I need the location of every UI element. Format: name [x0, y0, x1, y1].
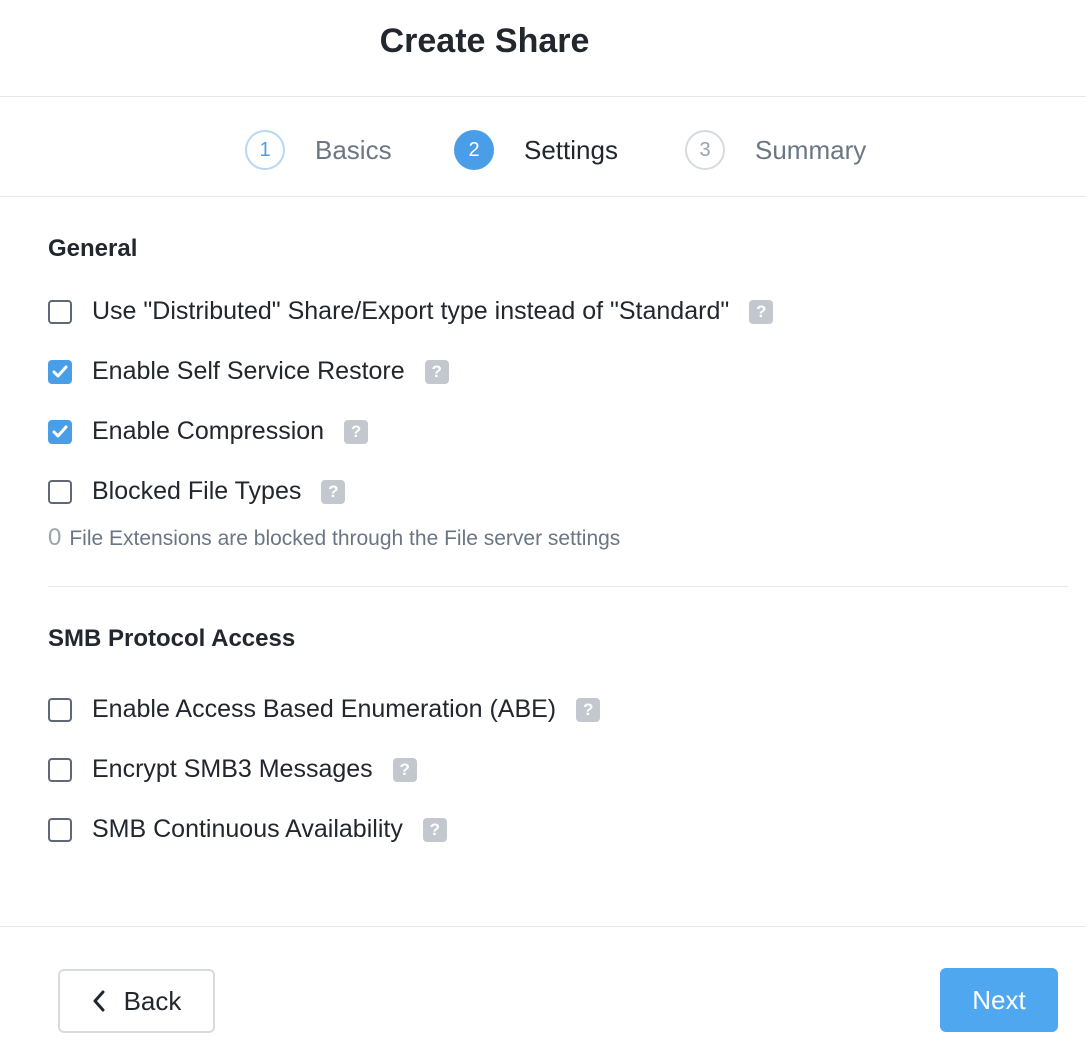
- step-summary[interactable]: 3 Summary: [685, 130, 866, 170]
- option-label: Encrypt SMB3 Messages: [92, 755, 373, 783]
- general-section-title: General: [48, 235, 138, 262]
- chevron-left-icon: [92, 990, 106, 1012]
- check-icon: [52, 425, 68, 437]
- option-label: Enable Compression: [92, 417, 325, 445]
- option-blocked-file-types: Blocked File Types ?: [48, 477, 346, 506]
- option-smb-continuous-availability: SMB Continuous Availability ?: [48, 815, 447, 844]
- help-icon[interactable]: ?: [344, 419, 369, 444]
- step-label-settings: Settings: [524, 134, 618, 165]
- step-number-summary: 3: [685, 130, 725, 170]
- checkbox-compression[interactable]: [48, 419, 72, 444]
- create-share-dialog: Create Share 1 Basics 2 Settings 3 Summa…: [0, 0, 1086, 1060]
- checkbox-abe[interactable]: [48, 697, 72, 722]
- help-icon[interactable]: ?: [576, 697, 601, 722]
- option-label: Blocked File Types: [92, 477, 302, 505]
- step-number-settings: 2: [454, 130, 494, 170]
- option-label: Enable Self Service Restore: [92, 357, 405, 385]
- smb-section-title: SMB Protocol Access: [48, 625, 296, 652]
- step-basics[interactable]: 1 Basics: [245, 130, 392, 170]
- option-label: SMB Continuous Availability: [92, 815, 403, 843]
- settings-content: General Use "Distributed" Share/Export t…: [0, 197, 1086, 927]
- back-button[interactable]: Back: [58, 969, 215, 1033]
- option-compression: Enable Compression ?: [48, 417, 369, 446]
- help-icon[interactable]: ?: [422, 817, 447, 842]
- checkbox-smb-continuous-availability[interactable]: [48, 817, 72, 842]
- dialog-header: Create Share: [0, 0, 1086, 97]
- back-button-label: Back: [123, 985, 182, 1016]
- checkbox-blocked-file-types[interactable]: [48, 479, 72, 504]
- next-button-label: Next: [972, 984, 1026, 1015]
- step-settings[interactable]: 2 Settings: [454, 130, 618, 170]
- help-icon[interactable]: ?: [424, 359, 449, 384]
- blocked-extensions-count: 0: [48, 524, 62, 551]
- help-icon[interactable]: ?: [321, 479, 346, 504]
- option-distributed-share: Use "Distributed" Share/Export type inst…: [48, 297, 774, 326]
- dialog-title: Create Share: [379, 21, 590, 60]
- option-abe: Enable Access Based Enumeration (ABE) ?: [48, 695, 601, 724]
- option-label: Use "Distributed" Share/Export type inst…: [92, 297, 730, 325]
- checkbox-self-service-restore[interactable]: [48, 359, 72, 384]
- option-self-service-restore: Enable Self Service Restore ?: [48, 357, 449, 386]
- blocked-extensions-text: File Extensions are blocked through the …: [69, 527, 621, 550]
- wizard-stepper: 1 Basics 2 Settings 3 Summary: [0, 97, 1086, 197]
- step-label-basics: Basics: [315, 134, 392, 165]
- next-button[interactable]: Next: [940, 968, 1058, 1032]
- blocked-extensions-hint: 0 File Extensions are blocked through the…: [48, 524, 620, 552]
- option-encrypt-smb3: Encrypt SMB3 Messages ?: [48, 755, 417, 784]
- help-icon[interactable]: ?: [392, 757, 417, 782]
- option-label: Enable Access Based Enumeration (ABE): [92, 695, 557, 723]
- step-label-summary: Summary: [755, 134, 867, 165]
- check-icon: [52, 365, 68, 377]
- dialog-footer: Back Next: [0, 927, 1086, 1059]
- checkbox-encrypt-smb3[interactable]: [48, 757, 72, 782]
- help-icon[interactable]: ?: [749, 299, 774, 324]
- section-divider: [48, 586, 1068, 587]
- step-number-basics: 1: [245, 130, 285, 170]
- checkbox-distributed-share[interactable]: [48, 299, 72, 324]
